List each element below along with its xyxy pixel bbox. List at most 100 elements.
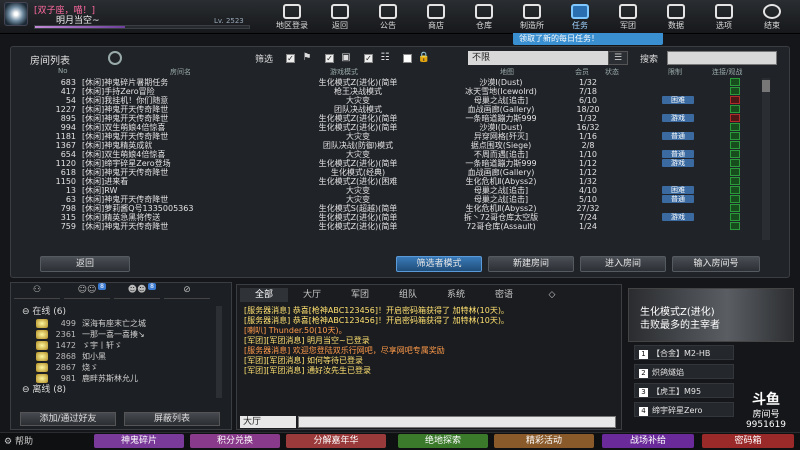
list-item[interactable]: 2868 如小黑 [22,351,212,362]
tab-chat-4[interactable]: 系统 [432,288,480,302]
list-item[interactable]: 499 深海有座末亡之城 [22,318,212,329]
tab-friends-clan[interactable]: ☻☻ 8 [114,283,160,299]
spectate-icon[interactable] [730,105,740,113]
spectate-icon[interactable] [730,195,740,203]
nav-power-button[interactable]: 结束 [748,0,796,34]
bottom-button-6[interactable]: 战场补给 [602,434,694,448]
new-room-button[interactable]: 新建房间 [488,256,574,272]
add-friend-button[interactable]: 添加/通过好友 [20,412,116,426]
filter-mode-button[interactable]: 筛选者模式 [396,256,482,272]
spectate-icon[interactable] [730,204,740,212]
refresh-icon[interactable] [108,51,122,65]
spectate-icon[interactable] [730,213,740,221]
nav-back-button[interactable]: 返回 [316,0,364,34]
filter-checkbox-4[interactable] [403,53,413,63]
offline-group[interactable]: ⊖ 离线 (8) [22,384,212,396]
list-item[interactable]: 2867 烧ゞ [22,362,212,373]
rank-item[interactable]: 4 缔宇碎星Zero [634,402,734,417]
quest-notice[interactable]: 领取了新的每日任务！ [513,33,663,45]
spectate-icon[interactable] [730,78,740,86]
chat-channel-select[interactable]: 大厅 [240,416,296,428]
tab-friends-people[interactable]: ⚇ [14,285,60,299]
list-item[interactable]: 981 鹿畔苏斯林允儿 [22,373,212,384]
nav-monitor-button[interactable]: 地区登录 [268,0,316,34]
spectate-icon[interactable] [730,186,740,194]
col-status[interactable]: 状态 [605,67,619,77]
tab-friends-blocked[interactable]: ⊘ [164,285,210,299]
table-row[interactable]: 54 [休闲]我挂机！你们随意 大灾变 母巢之战[追击] 6/10 困难 [40,96,760,105]
list-item[interactable]: 1472 ゞ宇丨轩ゞ [22,340,212,351]
tab-chat-0[interactable]: 全部 [240,288,288,302]
table-row[interactable]: 63 [休闲]神鬼开天传奇降世 大灾变 母巢之战[追击] 5/10 普通 [40,195,760,204]
room-number-button[interactable]: 输入房间号 [672,256,760,272]
col-map[interactable]: 地图 [500,67,514,77]
spectate-icon[interactable] [730,123,740,131]
col-no[interactable]: No [58,67,68,75]
nav-gear-button[interactable]: 选项 [700,0,748,34]
spectate-icon[interactable] [730,177,740,185]
spectate-icon[interactable] [730,141,740,149]
nav-clan-button[interactable]: 军团 [604,0,652,34]
nav-inventory-button[interactable]: 仓库 [460,0,508,34]
table-row[interactable]: 315 [休闲]精英急黑将传送 生化模式Z(进化)(简单 拆丶72哥仓库太空版 7/24… [40,213,760,222]
room-scrollbar[interactable] [762,78,770,240]
table-row[interactable]: 895 [休闲]神鬼开天传奇降世 生化模式Z(进化)(简单 一条暗道蹦力斯999 1/3… [40,114,760,123]
tab-chat-5[interactable]: 密语 [480,288,528,302]
tab-chat-2[interactable]: 军团 [336,288,384,302]
search-input[interactable] [667,51,777,65]
chat-input[interactable] [298,416,616,428]
spectate-icon[interactable] [730,96,740,104]
nav-shop-button[interactable]: 商店 [412,0,460,34]
mode-select[interactable]: 不限 [468,51,613,65]
filter-checkbox-1[interactable] [286,53,296,63]
col-room-name[interactable]: 房间名 [170,67,191,77]
bottom-button-3[interactable]: 分解嘉年华 [286,434,386,448]
tab-chat-6[interactable]: ◇ [528,288,576,302]
spectate-icon[interactable] [730,132,740,140]
table-row[interactable]: 994 [休闲]双生萌娘4倍惊喜 生化模式Z(进化)(简单 沙漠Ⅰ(Dust) 16/3… [40,123,760,132]
rank-item[interactable]: 1 【合金】M2-HB [634,345,734,360]
friend-scrollbar[interactable] [216,306,222,398]
table-row[interactable]: 1181 [休闲]神鬼开天传奇降世 大灾变 异穿网格[歼灭] 1/16 普通 [40,132,760,141]
spectate-icon[interactable] [730,168,740,176]
list-menu-icon[interactable]: ☰ [608,51,628,65]
rank-item[interactable]: 2 炽鸽燧焰 [634,364,734,379]
col-limit[interactable]: 限制 [668,67,682,77]
table-row[interactable]: 1367 [休闲]神鬼精英成就 团队决战(防御)模式 据点围攻(Siege) 2/8 [40,141,760,150]
spectate-icon[interactable] [730,150,740,158]
table-row[interactable]: 1150 [休闲]进来看 生化模式Z(进化)(困难 生化危机Ⅱ(Abyss2) 1/32 [40,177,760,186]
filter-checkbox-2[interactable] [325,53,335,63]
table-row[interactable]: 683 [休闲]神鬼碎片暑期任务 生化模式Z(进化)(简单 沙漠Ⅰ(Dust) 1/32 [40,78,760,87]
tab-chat-1[interactable]: 大厅 [288,288,336,302]
table-row[interactable]: 759 [休闲]神鬼开天传奇降世 生化模式Z(进化)(简单 72哥仓库(Assault… [40,222,760,231]
table-row[interactable]: 13 [休闲]RW 大灾变 母巢之战[追击] 4/10 困难 [40,186,760,195]
bottom-button-5[interactable]: 精彩活动 [494,434,594,448]
bottom-button-1[interactable]: 神鬼碎片 [94,434,184,448]
back-button[interactable]: 返回 [40,256,130,272]
block-list-button[interactable]: 屏蔽列表 [124,412,220,426]
bottom-button-7[interactable]: 密码箱 [702,434,794,448]
player-profile[interactable]: [双子座，喵！] 明月当空~ Lv. 2523 [4,2,252,30]
table-row[interactable]: 1120 [休闲]缔宇碎星Zero登场 生化模式Z(进化)(简单 一条暗道蹦力斯999… [40,159,760,168]
tab-friends-group[interactable]: ☺☺ 8 [64,283,110,299]
col-members[interactable]: 会员 [575,67,589,77]
bottom-button-2[interactable]: 积分兑换 [190,434,280,448]
table-row[interactable]: 1227 [休闲]神鬼开天传奇降世 团队决战模式 血战画廊(Gallery) 18/20 [40,105,760,114]
spectate-icon[interactable] [730,222,740,230]
table-row[interactable]: 618 [休闲]神鬼开天传奇降世 生化模式(经典) 血战画廊(Gallery) 1/12 [40,168,760,177]
nav-task-button[interactable]: 任务 [556,0,604,34]
bottom-button-4[interactable]: 绝地探索 [398,434,488,448]
online-group[interactable]: ⊖ 在线 (6) [22,306,212,318]
help-button[interactable]: ⚙ 帮助 [4,434,64,448]
col-mode[interactable]: 游戏模式 [330,67,358,77]
list-item[interactable]: 2361 一那一喜一喜揍↘ [22,329,212,340]
spectate-icon[interactable] [730,87,740,95]
tab-chat-3[interactable]: 组队 [384,288,432,302]
filter-checkbox-3[interactable] [364,53,374,63]
spectate-icon[interactable] [730,159,740,167]
nav-factory-button[interactable]: 制造所 [508,0,556,34]
table-row[interactable]: 798 [休闲]萝莉酱Q号1335005363 生化模式S(超越)(简单 生化危机Ⅱ(… [40,204,760,213]
rank-item[interactable]: 3 【虎王】M95 [634,383,734,398]
col-spectate[interactable]: 连接/观战 [712,67,742,77]
table-row[interactable]: 417 [休闲]手持Zero冒险 枪王决战模式 冰天雪地(Icewolrd) 7/18 [40,87,760,96]
